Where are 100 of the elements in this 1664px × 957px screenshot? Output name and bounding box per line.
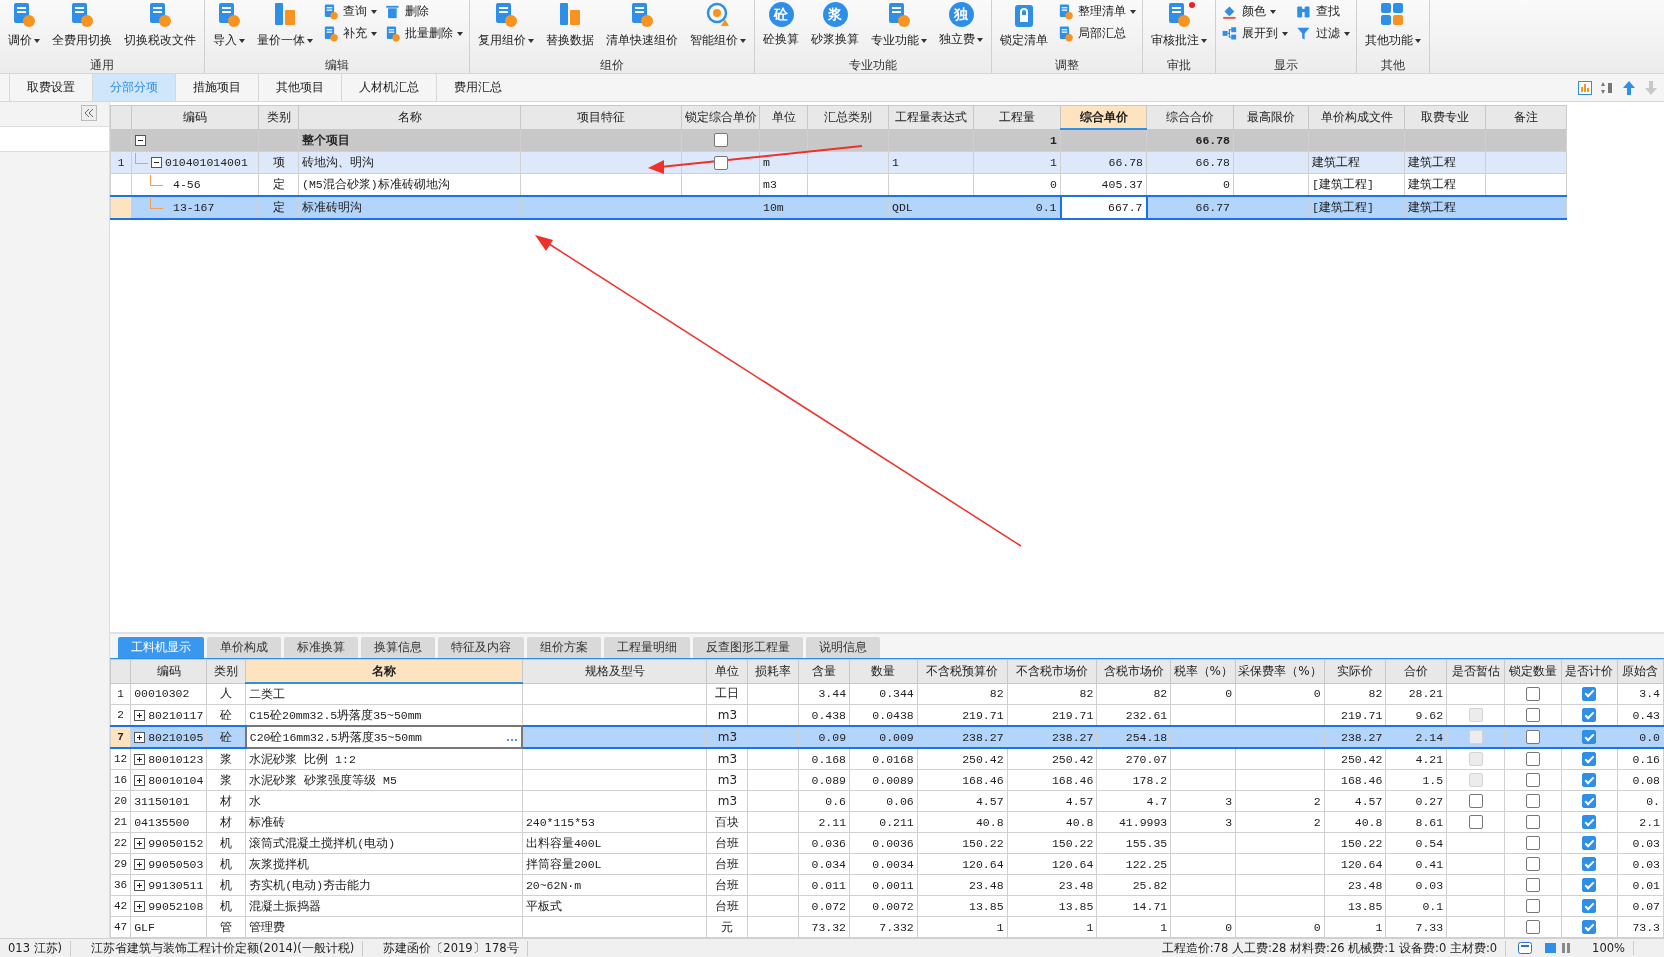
- table-row[interactable]: 12 80010123 浆 水泥砂浆 比例 1:2 m3 0.168 0.0168 250.42 250.42 270.07 250.42 4.21 0.16: [110, 748, 1664, 770]
- table-row[interactable]: 29 99050503 机 灰浆搅拌机 拌筒容量200L 台班 0.034 0.0034 120.64 120.64 122.25 120.64 0.41 0.03: [110, 853, 1664, 875]
- toolbar-button[interactable]: 调价: [6, 1, 42, 50]
- column-header[interactable]: 税率（%）: [1170, 659, 1236, 683]
- column-header[interactable]: 项目特征: [520, 105, 682, 129]
- toolbar-button[interactable]: 查找: [1296, 3, 1350, 20]
- table-row[interactable]: 42 99052108 机 混凝土振捣器 平板式 台班 0.072 0.0072 13.85 13.85 14.71 13.85 0.1 0.07: [110, 895, 1664, 917]
- column-header[interactable]: 锁定数量: [1504, 659, 1562, 683]
- checkbox[interactable]: [713, 155, 728, 170]
- checkbox[interactable]: [1582, 857, 1597, 871]
- column-header[interactable]: 综合合价: [1146, 105, 1234, 129]
- column-header[interactable]: 采保费率（%）: [1235, 659, 1325, 683]
- column-header[interactable]: 工程量: [973, 105, 1061, 129]
- expand-icon[interactable]: [134, 837, 146, 849]
- column-header[interactable]: 最高限价: [1233, 105, 1309, 129]
- tab[interactable]: 费用汇总: [436, 74, 519, 101]
- column-header[interactable]: 锁定综合单价: [681, 105, 760, 129]
- table-row[interactable]: 20 31150101 材 水 m3 0.6 0.06 4.57 4.57 4.7 3 2 4.57 0.27 0.: [110, 790, 1664, 812]
- tab[interactable]: 特征及内容: [438, 637, 524, 658]
- sort-icon[interactable]: [1600, 80, 1614, 95]
- layout-icon[interactable]: [1544, 942, 1573, 954]
- column-header[interactable]: 损耗率: [747, 659, 799, 683]
- table-row[interactable]: 36 99130511 机 夯实机(电动)夯击能力 20~62N·m 台班 0.011 0.0011 23.48 23.48 25.82 23.48 0.03 0.01: [110, 874, 1664, 896]
- column-header[interactable]: 单位: [706, 659, 748, 683]
- column-header[interactable]: 单位: [759, 105, 808, 129]
- checkbox[interactable]: [1526, 708, 1541, 722]
- toolbar-button[interactable]: 全费用切换: [50, 1, 114, 50]
- toolbar-button[interactable]: 清单快速组价: [604, 1, 680, 50]
- column-header[interactable]: 含量: [798, 659, 850, 683]
- column-header[interactable]: 类别: [258, 105, 299, 129]
- column-header[interactable]: 不含税市场价: [1007, 659, 1097, 683]
- toolbar-button[interactable]: 导入: [211, 1, 247, 50]
- tab[interactable]: 说明信息: [806, 637, 880, 658]
- expand-icon[interactable]: [134, 774, 146, 786]
- column-header[interactable]: 数量: [849, 659, 918, 683]
- tab[interactable]: 反查图形工程量: [693, 637, 803, 658]
- checkbox[interactable]: [1526, 752, 1541, 766]
- table-row[interactable]: 1 010401014001 项 砖地沟、明沟 m 1 1 66.78 66.78 建筑工程 建筑工程: [110, 151, 1567, 174]
- column-header[interactable]: 是否暂估: [1446, 659, 1505, 683]
- toolbar-button[interactable]: 砼 砼换算: [761, 1, 801, 49]
- checkbox[interactable]: [1526, 773, 1541, 787]
- checkbox[interactable]: [1582, 752, 1597, 766]
- tab[interactable]: 人材机汇总: [341, 74, 436, 101]
- column-header[interactable]: 名称: [298, 105, 521, 129]
- column-header[interactable]: 工程量表达式: [888, 105, 974, 129]
- checkbox[interactable]: [1526, 899, 1541, 913]
- tab[interactable]: 工程量明细: [604, 637, 690, 658]
- checkbox[interactable]: [1468, 794, 1483, 808]
- column-header[interactable]: 汇总类别: [807, 105, 889, 129]
- toolbar-button[interactable]: 过滤: [1296, 25, 1350, 42]
- checkbox[interactable]: [1526, 836, 1541, 850]
- toolbar-button[interactable]: 查询: [323, 3, 377, 20]
- tab[interactable]: 组价方案: [527, 637, 601, 658]
- toolbar-button[interactable]: 专业功能: [869, 1, 929, 50]
- tab[interactable]: 措施项目: [175, 74, 258, 101]
- toolbar-button[interactable]: 删除: [385, 3, 463, 20]
- column-header[interactable]: 编码: [130, 659, 207, 683]
- expand-icon[interactable]: [134, 879, 146, 891]
- toolbar-button[interactable]: 量价一体: [255, 1, 315, 50]
- toolbar-button[interactable]: 锁定清单: [998, 1, 1050, 50]
- calculator-icon[interactable]: [1518, 942, 1533, 954]
- toolbar-button[interactable]: 颜色: [1222, 3, 1288, 20]
- expand-icon[interactable]: [134, 900, 146, 912]
- tab[interactable]: 换算信息: [361, 637, 435, 658]
- toolbar-button[interactable]: 浆 砂浆换算: [809, 1, 861, 49]
- collapse-button[interactable]: [81, 105, 97, 121]
- checkbox[interactable]: [1582, 920, 1597, 934]
- chart-icon[interactable]: [1578, 80, 1592, 95]
- checkbox[interactable]: [1582, 836, 1597, 850]
- column-header[interactable]: 合价: [1385, 659, 1447, 683]
- table-row[interactable]: 47 GLF 管 管理费 元 73.32 7.332 1 1 1 0 0 1 7.33 73.3: [110, 916, 1664, 938]
- table-row[interactable]: 22 99050152 机 滚筒式混凝土搅拌机(电动) 出料容量400L 台班 0.036 0.0036 150.22 150.22 155.35 150.22 0.54 0.03: [110, 832, 1664, 854]
- column-header[interactable]: 单价构成文件: [1308, 105, 1405, 129]
- toolbar-button[interactable]: 补充: [323, 25, 377, 42]
- checkbox[interactable]: [1526, 730, 1541, 744]
- checkbox[interactable]: [713, 133, 728, 148]
- tab[interactable]: 其他项目: [258, 74, 341, 101]
- up-arrow-icon[interactable]: [1622, 79, 1636, 96]
- table-row[interactable]: 13-167 定 标准砖明沟 10m QDL 0.1 667.7 66.77 [建筑工程] 建筑工程: [110, 196, 1567, 219]
- checkbox[interactable]: [1582, 773, 1597, 787]
- column-header[interactable]: 综合单价: [1060, 105, 1147, 129]
- column-header[interactable]: 编码: [131, 105, 259, 129]
- tab[interactable]: 标准换算: [284, 637, 358, 658]
- more-icon[interactable]: [506, 737, 519, 742]
- expand-icon[interactable]: [134, 753, 146, 765]
- checkbox[interactable]: [1468, 815, 1483, 829]
- checkbox[interactable]: [1526, 920, 1541, 934]
- column-header[interactable]: 不含税预算价: [917, 659, 1008, 683]
- toolbar-button[interactable]: 其他功能: [1363, 1, 1423, 50]
- collapse-icon[interactable]: [151, 157, 162, 168]
- search-field[interactable]: [0, 126, 109, 152]
- table-row[interactable]: 整个项目 1 66.78: [110, 129, 1567, 152]
- table-row[interactable]: 4-56 定 (M5混合砂浆)标准砖砌地沟 m3 0 405.37 0 [建筑工程] 建筑工程: [110, 173, 1567, 196]
- checkbox[interactable]: [1582, 686, 1597, 701]
- column-header[interactable]: 原始含: [1617, 659, 1664, 683]
- column-header[interactable]: 实际价: [1324, 659, 1386, 683]
- toolbar-button[interactable]: 批量删除: [385, 25, 463, 42]
- column-header[interactable]: 名称: [245, 659, 523, 683]
- toolbar-button[interactable]: 局部汇总: [1058, 25, 1136, 42]
- collapse-icon[interactable]: [135, 134, 146, 146]
